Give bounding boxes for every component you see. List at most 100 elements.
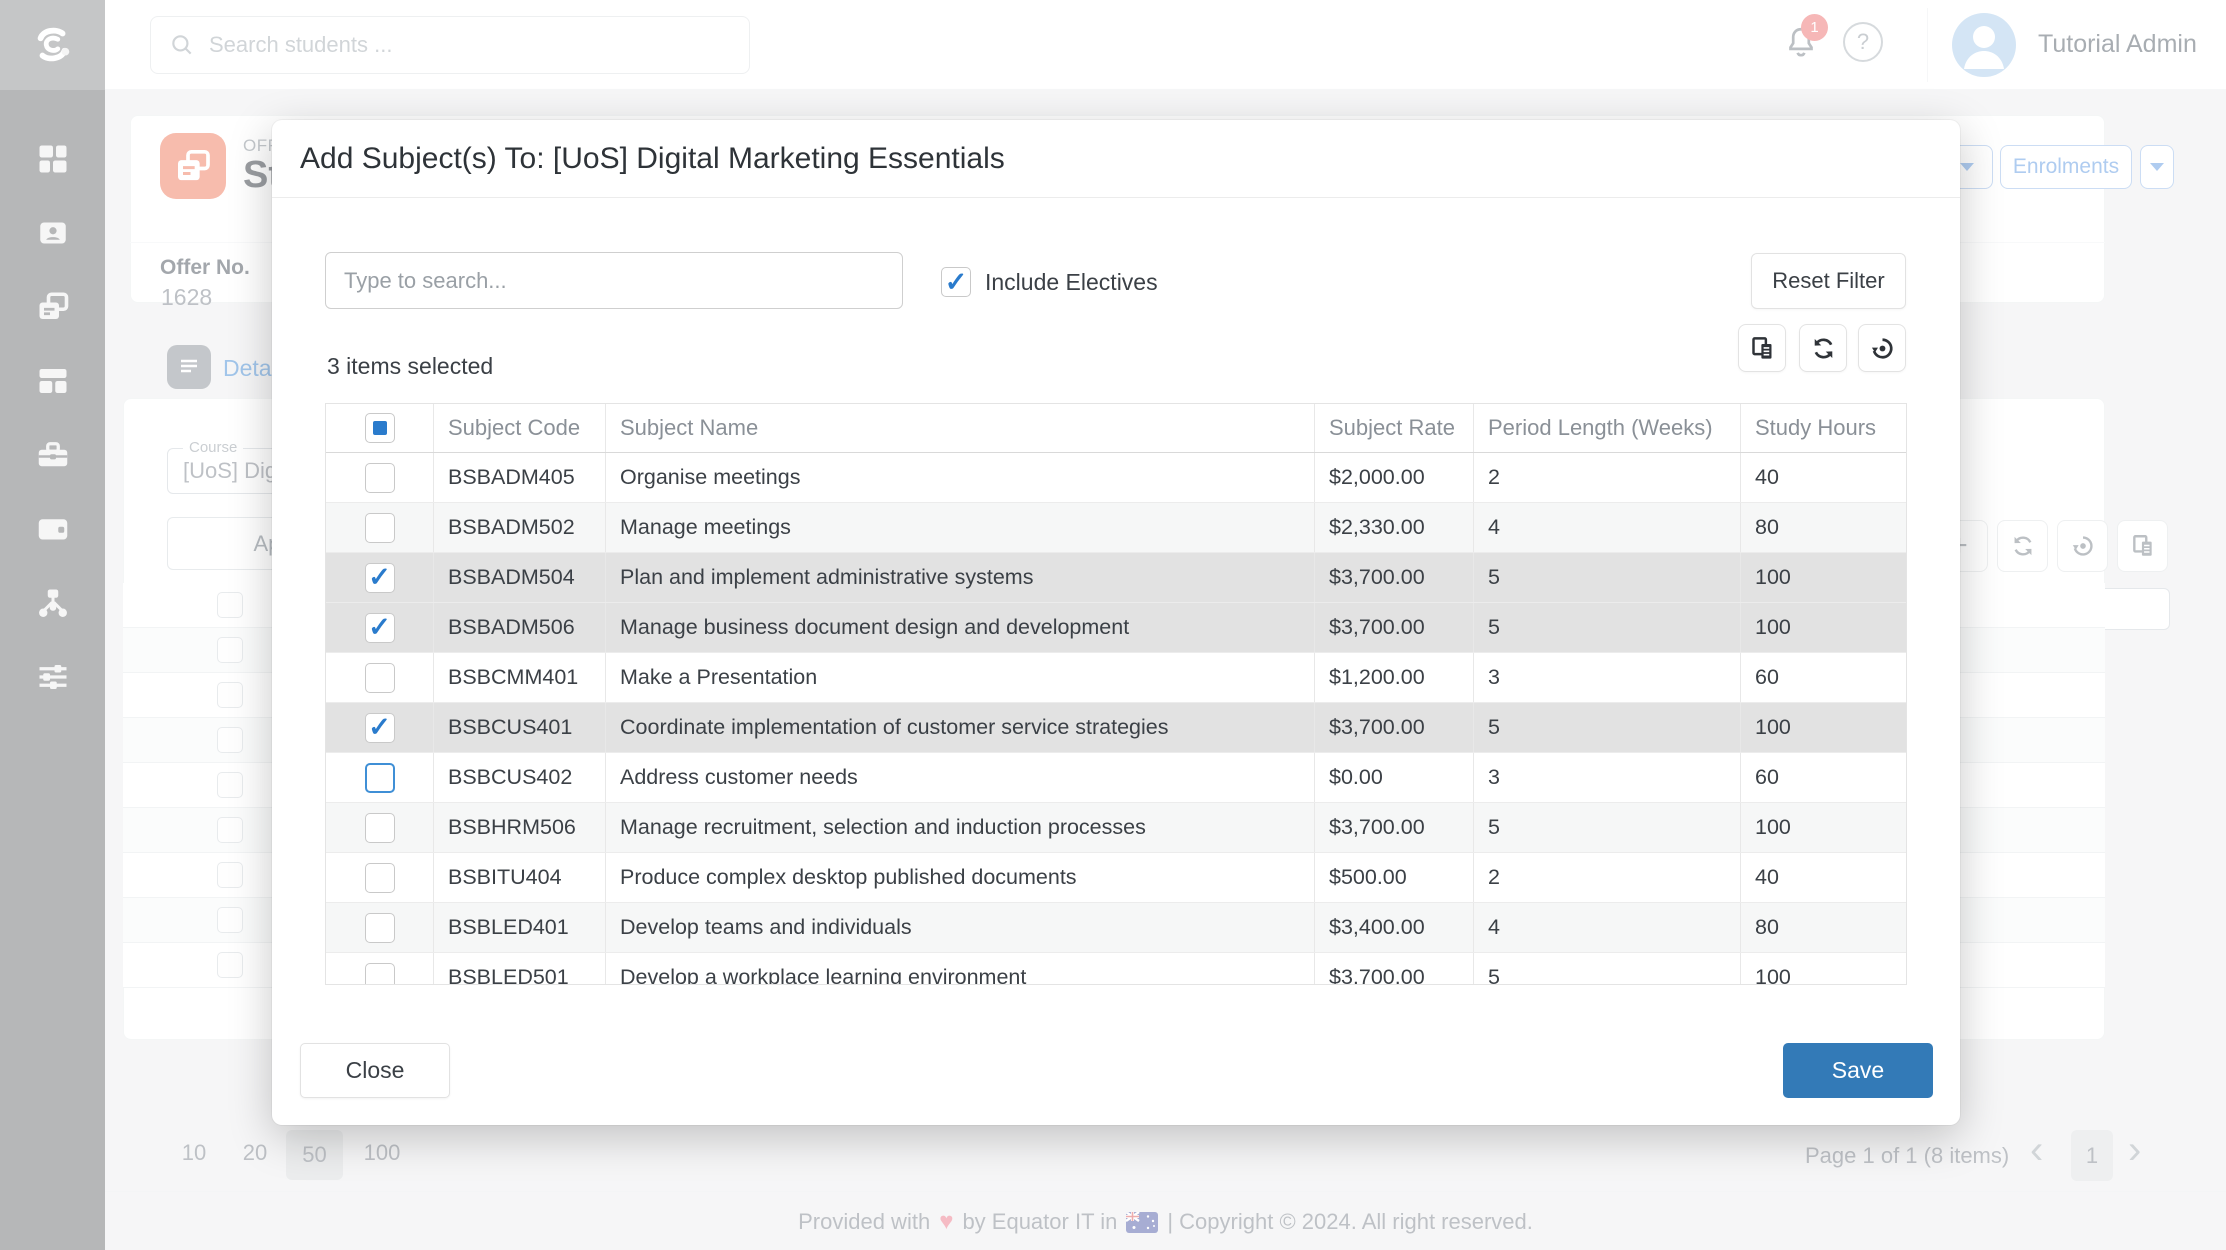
subject-name: Develop a workplace learning environment: [605, 953, 1314, 985]
subject-rate: $3,700.00: [1314, 703, 1473, 752]
subject-code: BSBADM506: [433, 603, 605, 652]
subject-code: BSBADM405: [433, 453, 605, 502]
subject-hours: 60: [1740, 653, 1906, 702]
subject-hours: 100: [1740, 803, 1906, 852]
include-electives-control: ✓ Include Electives: [941, 267, 1158, 297]
row-checkbox[interactable]: [365, 863, 395, 893]
subject-row[interactable]: BSBLED501Develop a workplace learning en…: [326, 953, 1906, 985]
subject-row[interactable]: BSBCMM401Make a Presentation$1,200.00360: [326, 653, 1906, 703]
subject-rate: $2,330.00: [1314, 503, 1473, 552]
col-study-hours[interactable]: Study Hours: [1740, 404, 1906, 452]
row-checkbox-cell: [326, 803, 433, 852]
col-period-length[interactable]: Period Length (Weeks): [1473, 404, 1740, 452]
subject-hours: 80: [1740, 903, 1906, 952]
subject-hours: 100: [1740, 553, 1906, 602]
subject-rate: $2,000.00: [1314, 453, 1473, 502]
subject-code: BSBHRM506: [433, 803, 605, 852]
subject-rate: $3,400.00: [1314, 903, 1473, 952]
modal-title: Add Subject(s) To: [UoS] Digital Marketi…: [300, 142, 1005, 176]
subject-row[interactable]: ✓ BSBADM506Manage business document desig…: [326, 603, 1906, 653]
subject-name: Coordinate implementation of customer se…: [605, 703, 1314, 752]
subject-code: BSBLED401: [433, 903, 605, 952]
modal-header: Add Subject(s) To: [UoS] Digital Marketi…: [272, 120, 1960, 198]
select-all-cell: [326, 404, 433, 452]
subject-hours: 100: [1740, 953, 1906, 985]
subject-code: BSBLED501: [433, 953, 605, 985]
subject-rate: $3,700.00: [1314, 603, 1473, 652]
selection-summary: 3 items selected: [327, 353, 493, 380]
subject-period: 2: [1473, 453, 1740, 502]
column-chooser-button[interactable]: [1738, 324, 1786, 372]
subject-code: BSBCUS401: [433, 703, 605, 752]
subject-hours: 40: [1740, 853, 1906, 902]
subject-period: 3: [1473, 653, 1740, 702]
row-checkbox[interactable]: [365, 463, 395, 493]
subject-hours: 60: [1740, 753, 1906, 802]
subject-rate: $3,700.00: [1314, 953, 1473, 985]
col-subject-code[interactable]: Subject Code: [433, 404, 605, 452]
row-checkbox[interactable]: [365, 763, 395, 793]
subject-row[interactable]: BSBITU404Produce complex desktop publish…: [326, 853, 1906, 903]
row-checkbox-cell: ✓: [326, 703, 433, 752]
refresh-button[interactable]: [1799, 324, 1847, 372]
subject-name: Produce complex desktop published docume…: [605, 853, 1314, 902]
subject-period: 5: [1473, 803, 1740, 852]
row-checkbox-cell: [326, 453, 433, 502]
subject-row[interactable]: ✓ BSBCUS401Coordinate implementation of c…: [326, 703, 1906, 753]
refresh-icon: [1810, 335, 1837, 362]
subject-code: BSBADM504: [433, 553, 605, 602]
row-checkbox-cell: [326, 653, 433, 702]
row-checkbox[interactable]: [365, 813, 395, 843]
select-all-checkbox[interactable]: [365, 413, 395, 443]
row-checkbox[interactable]: ✓: [365, 613, 395, 643]
reset-filter-button[interactable]: Reset Filter: [1751, 253, 1906, 309]
subject-name: Develop teams and individuals: [605, 903, 1314, 952]
row-checkbox-cell: [326, 503, 433, 552]
app-screen: 1 ? Tutorial Admin OFF St Offer No. 1628…: [0, 0, 2226, 1250]
col-subject-name[interactable]: Subject Name: [605, 404, 1314, 452]
subject-table: Subject Code Subject Name Subject Rate P…: [325, 403, 1907, 985]
row-checkbox-cell: [326, 903, 433, 952]
subject-period: 5: [1473, 603, 1740, 652]
subject-period: 5: [1473, 553, 1740, 602]
subject-search-input[interactable]: [325, 252, 903, 309]
row-checkbox[interactable]: ✓: [365, 563, 395, 593]
subject-row[interactable]: BSBCUS402Address customer needs$0.00360: [326, 753, 1906, 803]
subject-code: BSBCMM401: [433, 653, 605, 702]
subject-code: BSBADM502: [433, 503, 605, 552]
subject-table-header: Subject Code Subject Name Subject Rate P…: [326, 404, 1906, 453]
close-button[interactable]: Close: [300, 1043, 450, 1098]
include-electives-checkbox[interactable]: ✓: [941, 267, 971, 297]
row-checkbox[interactable]: [365, 963, 395, 986]
history-button[interactable]: [1858, 324, 1906, 372]
row-checkbox-cell: [326, 753, 433, 802]
row-checkbox[interactable]: [365, 663, 395, 693]
subject-rate: $500.00: [1314, 853, 1473, 902]
subject-rate: $3,700.00: [1314, 553, 1473, 602]
row-checkbox[interactable]: ✓: [365, 713, 395, 743]
subject-row[interactable]: BSBHRM506Manage recruitment, selection a…: [326, 803, 1906, 853]
subject-name: Make a Presentation: [605, 653, 1314, 702]
subject-row[interactable]: ✓ BSBADM504Plan and implement administrat…: [326, 553, 1906, 603]
subject-period: 4: [1473, 903, 1740, 952]
include-electives-label: Include Electives: [985, 269, 1158, 296]
row-checkbox[interactable]: [365, 913, 395, 943]
row-checkbox-cell: ✓: [326, 553, 433, 602]
subject-period: 5: [1473, 953, 1740, 985]
subject-rate: $3,700.00: [1314, 803, 1473, 852]
row-checkbox[interactable]: [365, 513, 395, 543]
history-icon: [1869, 335, 1896, 362]
subject-period: 5: [1473, 703, 1740, 752]
col-subject-rate[interactable]: Subject Rate: [1314, 404, 1473, 452]
subject-row[interactable]: BSBADM405Organise meetings$2,000.00240: [326, 453, 1906, 503]
subject-name: Manage business document design and deve…: [605, 603, 1314, 652]
subject-name: Plan and implement administrative system…: [605, 553, 1314, 602]
save-button[interactable]: Save: [1783, 1043, 1933, 1098]
subject-row[interactable]: BSBLED401Develop teams and individuals$3…: [326, 903, 1906, 953]
subject-hours: 40: [1740, 453, 1906, 502]
subject-period: 2: [1473, 853, 1740, 902]
subject-code: BSBITU404: [433, 853, 605, 902]
subject-row[interactable]: BSBADM502Manage meetings$2,330.00480: [326, 503, 1906, 553]
subject-hours: 100: [1740, 703, 1906, 752]
subject-hours: 100: [1740, 603, 1906, 652]
